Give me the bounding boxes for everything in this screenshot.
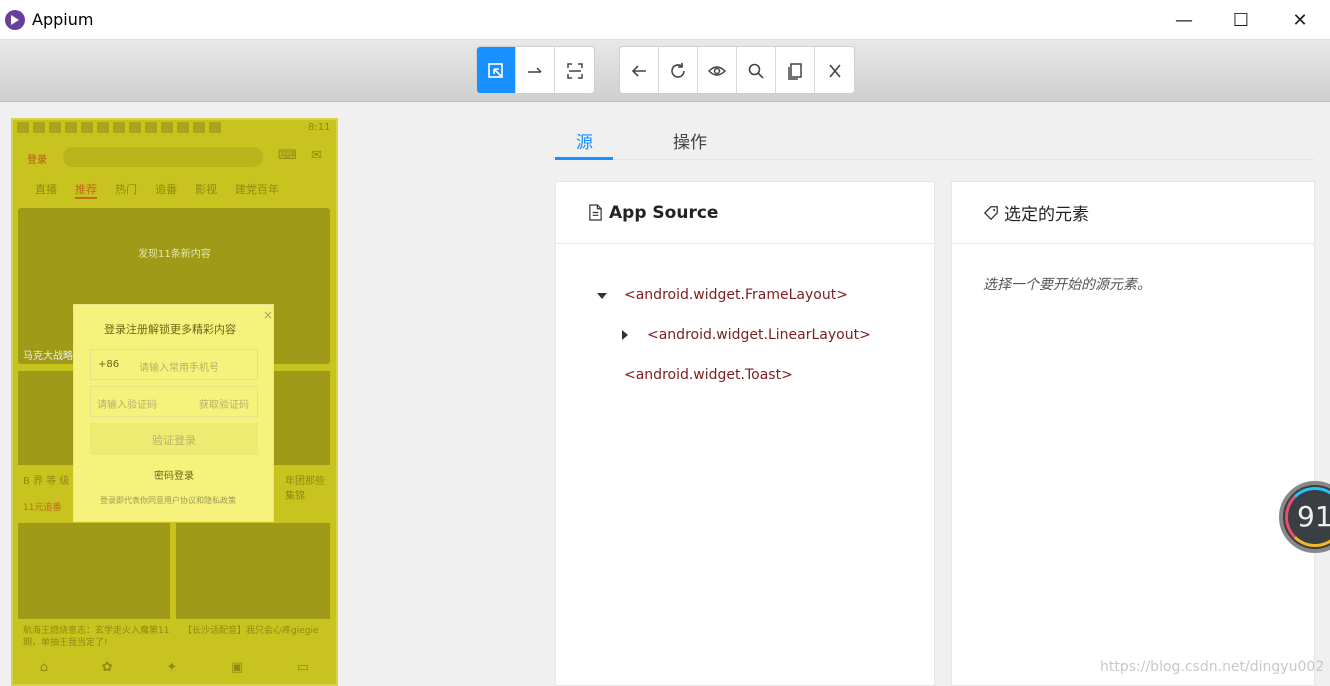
status-bar-icons: [17, 122, 247, 134]
swipe-button[interactable]: [516, 47, 555, 93]
phone-tab: 热门: [115, 183, 137, 196]
banner-notice: 发现11条新内容: [138, 249, 211, 260]
close-icon: [828, 64, 841, 78]
phone-tab: 直播: [35, 183, 57, 196]
agreement-text: 登录即代表你同意用户协议和隐私政策: [100, 496, 236, 505]
window-title: Appium: [32, 10, 94, 29]
get-code-button[interactable]: 获取验证码: [199, 396, 249, 411]
quit-session-button[interactable]: [815, 47, 854, 93]
mail-icon: ✉: [311, 148, 322, 163]
phone-tab: 建党百年: [235, 183, 279, 196]
maximize-button[interactable]: ☐: [1212, 0, 1270, 40]
selected-element-header: 选定的元素: [952, 182, 1314, 244]
selected-element-title: 选定的元素: [1004, 205, 1089, 225]
selected-element-panel: 选定的元素 选择一个要开始的源元素。: [951, 181, 1315, 686]
code-placeholder: 请输入验证码: [97, 400, 157, 411]
card-title: 【长沙话配音】我只会心疼giegie: [183, 626, 319, 636]
search-bar: [63, 147, 263, 167]
mall-icon: ▣: [230, 660, 244, 675]
copy-icon: [788, 63, 802, 80]
show-hide-button[interactable]: [698, 47, 737, 93]
tree-node-toast[interactable]: <android.widget.Toast>: [624, 367, 793, 383]
tap-coordinates-button[interactable]: [555, 47, 594, 93]
phone-tab: 推荐: [75, 181, 97, 199]
appium-logo-icon: [5, 10, 25, 30]
tab-source[interactable]: 源: [576, 128, 593, 153]
game-icon: ⌨: [278, 148, 297, 163]
title-bar: Appium — ☐ ✕: [0, 0, 1330, 40]
card-sub: 11元追番: [23, 503, 62, 513]
dialog-close-icon[interactable]: ×: [263, 308, 273, 322]
channel-icon: ✿: [101, 660, 113, 675]
app-source-panel: App Source <android.widget.FrameLayout> …: [555, 181, 935, 686]
video-card-thumb: [18, 523, 170, 619]
search-icon: [748, 63, 764, 79]
tv-icon: ▭: [296, 660, 310, 675]
phone-tab: 影视: [195, 183, 217, 196]
select-element-button[interactable]: [477, 47, 516, 93]
back-button[interactable]: [620, 47, 659, 93]
copy-xml-button[interactable]: [776, 47, 815, 93]
collapsed-caret-icon[interactable]: [622, 330, 628, 340]
refresh-button[interactable]: [659, 47, 698, 93]
back-icon: [631, 65, 646, 77]
app-source-title: App Source: [609, 202, 719, 223]
dialog-title: 登录注册解锁更多精彩内容: [104, 323, 236, 336]
eye-icon: [707, 66, 727, 76]
dynamic-icon: ✦: [166, 660, 178, 675]
verify-login-button[interactable]: 验证登录: [90, 423, 258, 455]
phone-bottom-nav: ⌂ ✿ ✦ ▣ ▭: [13, 660, 336, 684]
gauge-value: 91: [1297, 500, 1330, 533]
tag-icon: [983, 205, 998, 220]
login-dialog: × 登录注册解锁更多精彩内容 +86 请输入常用手机号 请输入验证码 获取验证码…: [73, 304, 274, 522]
actions-group: [619, 46, 855, 94]
tree-node-linearlayout[interactable]: <android.widget.LinearLayout>: [647, 327, 871, 343]
card-title: 航海王燃烧意志：玄学走火入魔第11期，单抽王我当定了!: [23, 626, 170, 648]
refresh-icon: [671, 63, 685, 78]
swipe-icon: [528, 67, 542, 73]
password-login-link[interactable]: 密码登录: [154, 467, 194, 482]
select-element-icon: [488, 63, 503, 78]
video-card-thumb: [176, 523, 330, 619]
close-window-button[interactable]: ✕: [1271, 0, 1329, 40]
country-code[interactable]: +86: [98, 359, 119, 370]
tap-coordinates-icon: [566, 63, 583, 79]
phone-input[interactable]: +86 请输入常用手机号: [90, 349, 258, 380]
phone-tab: 追番: [155, 183, 177, 196]
tree-node-framelayout[interactable]: <android.widget.FrameLayout>: [624, 287, 848, 303]
watermark: https://blog.csdn.net/dingyu002: [1100, 659, 1325, 675]
verify-login-label: 验证登录: [152, 434, 196, 447]
phone-placeholder: 请输入常用手机号: [139, 363, 219, 374]
expand-caret-icon[interactable]: [597, 293, 607, 299]
inspector-tabs: 源 操作: [555, 122, 1315, 160]
file-icon: [589, 204, 602, 221]
phone-nav-tabs: 直播 推荐 热门 追番 影视 建党百年: [35, 181, 335, 199]
selected-element-hint: 选择一个要开始的源元素。: [983, 277, 1151, 293]
minimize-button[interactable]: —: [1155, 0, 1213, 40]
app-source-header: App Source: [556, 182, 934, 244]
code-input[interactable]: 请输入验证码 获取验证码: [90, 386, 258, 417]
home-icon: ⌂: [39, 660, 49, 675]
banner-title: 马克大战略: [23, 351, 73, 362]
active-tab-indicator: [555, 157, 613, 160]
inspector-toolbar: [0, 40, 1330, 102]
login-link: 登录: [27, 155, 47, 166]
interaction-mode-group: [476, 46, 595, 94]
search-button[interactable]: [737, 47, 776, 93]
card-title: 年团那些集锦: [285, 476, 325, 502]
tab-actions[interactable]: 操作: [673, 128, 707, 153]
status-time: 8:11: [308, 122, 331, 133]
